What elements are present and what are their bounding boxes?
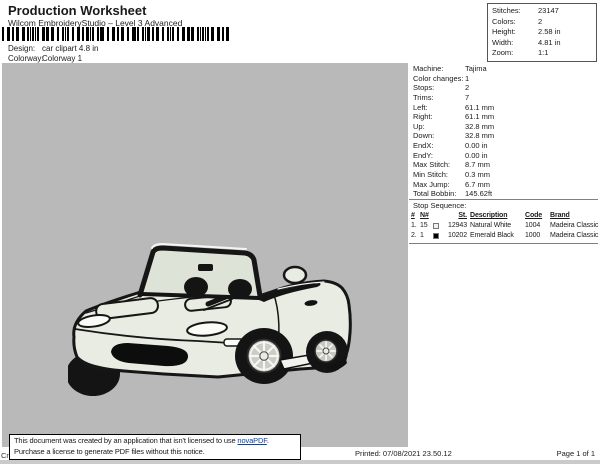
right-label: Right: [413, 112, 465, 122]
side-mirror [284, 267, 306, 283]
stop-row-1-n: 15 [420, 221, 433, 231]
colorway-value: Colorway 1 [42, 54, 82, 63]
stop-row-1-code: 1004 [525, 221, 550, 231]
machine-info-panel: Machine:Tajima Color changes:1 Stops:2 T… [413, 64, 597, 199]
design-row: Design: car clipart 4.8 in [8, 44, 98, 53]
max-jump-label: Max Jump: [413, 180, 465, 190]
stop-row-1-st: 12943 [444, 221, 470, 231]
down-value: 32.8 mm [465, 131, 494, 141]
down-label: Down: [413, 131, 465, 141]
stop-row-2-swatch-cell [433, 231, 444, 241]
col-header-swatch-spacer [433, 211, 444, 221]
machine-value: Tajima [465, 64, 487, 74]
stitches-value: 23147 [538, 6, 559, 17]
page-bottom-edge [0, 460, 600, 464]
stops-label: Stops: [413, 83, 465, 93]
colors-value: 2 [538, 17, 542, 28]
stops-value: 2 [465, 83, 469, 93]
front-wheel [235, 328, 293, 384]
stitches-label: Stitches: [492, 6, 538, 17]
page-number: Page 1 of 1 [557, 449, 595, 458]
color-changes-value: 1 [465, 74, 469, 84]
max-stitch-label: Max Stitch: [413, 160, 465, 170]
endx-value: 0.00 in [465, 141, 488, 151]
height-value: 2.58 in [538, 27, 561, 38]
novapdf-notice-box: This document was created by an applicat… [9, 434, 301, 460]
endy-value: 0.00 in [465, 151, 488, 161]
stitch-summary-box: Stitches:23147 Colors:2 Height:2.58 in W… [487, 3, 597, 62]
col-header-brand: Brand [550, 211, 600, 221]
colorway-row: Colorway: Colorway 1 [8, 54, 82, 63]
front-wheel-hub [260, 352, 268, 360]
novapdf-link[interactable]: novaPDF [237, 436, 266, 445]
design-canvas [2, 63, 408, 447]
stop-sequence-title: Stop Sequence: [413, 201, 466, 210]
stop-row-1-num: 1. [411, 221, 420, 231]
zoom-value: 1:1 [538, 48, 548, 59]
notice-line-2: Purchase a license to generate PDF files… [14, 447, 296, 458]
machine-label: Machine: [413, 64, 465, 74]
production-worksheet-page: Production Worksheet Wilcom EmbroiderySt… [0, 0, 600, 464]
design-value: car clipart 4.8 in [42, 44, 98, 53]
right-value: 61.1 mm [465, 112, 494, 122]
car-clipart-artwork [68, 239, 358, 403]
colors-label: Colors: [492, 17, 538, 28]
max-stitch-value: 8.7 mm [465, 160, 490, 170]
endy-label: EndY: [413, 151, 465, 161]
width-value: 4.81 in [538, 38, 561, 49]
total-bobbin-label: Total Bobbin: [413, 189, 465, 199]
total-bobbin-value: 145.62ft [465, 189, 492, 199]
left-label: Left: [413, 103, 465, 113]
col-header-num: # [411, 211, 420, 221]
trims-value: 7 [465, 93, 469, 103]
stop-row-2-description: Emerald Black [470, 231, 525, 241]
stop-row-2-brand: Madeira Classic 40 [550, 231, 600, 241]
trims-label: Trims: [413, 93, 465, 103]
thread-swatch-emerald-black [433, 233, 439, 239]
thread-swatch-natural-white [433, 223, 439, 229]
colorway-label: Colorway: [8, 54, 42, 63]
zoom-label: Zoom: [492, 48, 538, 59]
stop-sequence-table: # N# St. Description Code Brand 1. 15 12… [411, 211, 599, 241]
max-jump-value: 6.7 mm [465, 180, 490, 190]
stop-row-1-description: Natural White [470, 221, 525, 231]
stop-row-2-code: 1000 [525, 231, 550, 241]
notice-line-1-prefix: This document was created by an applicat… [14, 436, 237, 445]
footer-left-clipped-text: Cr [1, 451, 9, 460]
col-header-n: N# [420, 211, 433, 221]
stop-row-2-st: 10202 [444, 231, 470, 241]
min-stitch-label: Min Stitch: [413, 170, 465, 180]
stop-row-2-num: 2. [411, 231, 420, 241]
stop-row-1-swatch-cell [433, 221, 444, 231]
col-header-st: St. [444, 211, 470, 221]
width-label: Width: [492, 38, 538, 49]
col-header-code: Code [525, 211, 550, 221]
stop-row-1-brand: Madeira Classic 40 [550, 221, 600, 231]
notice-line-1: This document was created by an applicat… [14, 436, 296, 447]
left-value: 61.1 mm [465, 103, 494, 113]
rearview-mirror [198, 264, 213, 271]
page-title: Production Worksheet [8, 3, 146, 18]
up-label: Up: [413, 122, 465, 132]
up-value: 32.8 mm [465, 122, 494, 132]
color-changes-label: Color changes: [413, 74, 465, 84]
printed-timestamp: Printed: 07/08/2021 23.50.12 [355, 449, 452, 458]
col-header-description: Description [470, 211, 525, 221]
notice-line-1-suffix: . [267, 436, 269, 445]
min-stitch-value: 0.3 mm [465, 170, 490, 180]
rear-wheel-hub [323, 348, 329, 354]
height-label: Height: [492, 27, 538, 38]
design-label: Design: [8, 44, 42, 53]
stop-row-2-n: 1 [420, 231, 433, 241]
divider-below-stop-sequence [409, 243, 598, 244]
design-barcode [2, 27, 232, 41]
divider-above-stop-sequence [409, 199, 598, 200]
endx-label: EndX: [413, 141, 465, 151]
